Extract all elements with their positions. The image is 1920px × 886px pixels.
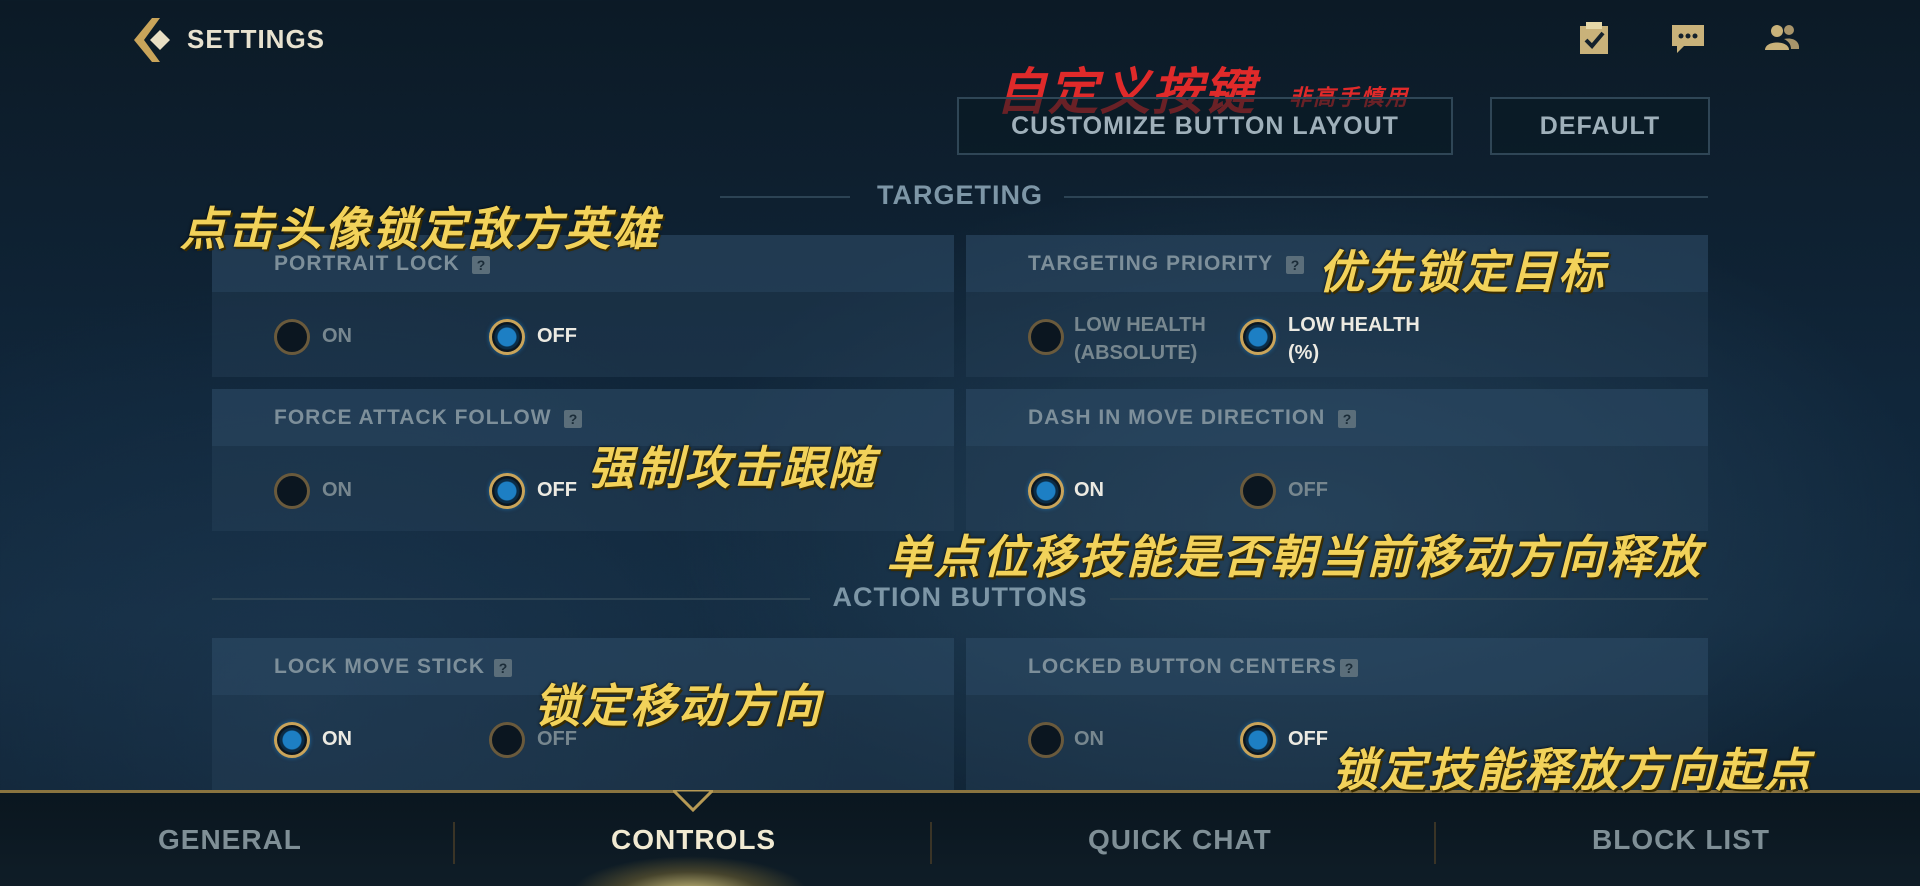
- lock-move-off-radio[interactable]: [489, 722, 525, 758]
- dash-move-direction-panel: DASH IN MOVE DIRECTION ? ON OFF: [966, 389, 1708, 531]
- tab-block-list[interactable]: BLOCK LIST: [1592, 824, 1770, 856]
- section-divider-right: [1064, 196, 1708, 198]
- radio-label: LOW HEALTH (ABSOLUTE): [1074, 314, 1206, 364]
- checklist-icon[interactable]: [1576, 20, 1612, 56]
- dash-off-radio[interactable]: [1240, 473, 1276, 509]
- annotation-lockmove: 锁定移动方向: [534, 680, 822, 732]
- option-label: TARGETING PRIORITY: [1028, 252, 1274, 275]
- locked-centers-on-radio[interactable]: [1028, 722, 1064, 758]
- radio-label: OFF: [537, 325, 577, 347]
- page-title: SETTINGS: [187, 24, 326, 54]
- section-title-targeting: TARGETING: [877, 180, 1043, 210]
- help-icon[interactable]: ?: [494, 659, 512, 677]
- portrait-lock-on-radio[interactable]: [274, 319, 310, 355]
- portrait-lock-off-radio[interactable]: [489, 319, 525, 355]
- option-label: FORCE ATTACK FOLLOW: [274, 406, 552, 429]
- force-attack-on-radio[interactable]: [274, 473, 310, 509]
- help-icon[interactable]: ?: [1338, 410, 1356, 428]
- section-divider-left: [212, 598, 810, 600]
- annotation-force: 强制攻击跟随: [588, 442, 876, 494]
- help-icon[interactable]: ?: [1340, 659, 1358, 677]
- section-divider-left: [720, 196, 850, 198]
- annotation-lockcenter: 锁定技能释放方向起点: [1332, 744, 1812, 796]
- radio-label: ON: [1074, 728, 1104, 750]
- annotation-dash: 单点位移技能是否朝当前移动方向释放: [886, 531, 1702, 583]
- annotation-priority: 优先锁定目标: [1318, 246, 1606, 298]
- radio-label: ON: [322, 325, 352, 347]
- radio-label: ON: [322, 479, 352, 501]
- force-attack-off-radio[interactable]: [489, 473, 525, 509]
- default-button[interactable]: DEFAULT: [1490, 97, 1710, 155]
- lock-move-on-radio[interactable]: [274, 722, 310, 758]
- friends-icon[interactable]: [1764, 20, 1800, 56]
- back-arrow-icon[interactable]: [130, 16, 174, 64]
- active-tab-caret-icon: [673, 790, 713, 812]
- help-icon[interactable]: ?: [564, 410, 582, 428]
- option-label: DASH IN MOVE DIRECTION: [1028, 406, 1326, 429]
- chat-icon[interactable]: [1670, 20, 1706, 56]
- help-icon[interactable]: ?: [1286, 256, 1304, 274]
- radio-label: OFF: [1288, 479, 1328, 501]
- annotation-portrait: 点击头像锁定敌方英雄: [180, 203, 660, 255]
- tab-controls[interactable]: CONTROLS: [611, 824, 776, 856]
- tab-quick-chat[interactable]: QUICK CHAT: [1088, 824, 1272, 856]
- tab-separator: [453, 822, 455, 864]
- radio-label: OFF: [537, 479, 577, 501]
- radio-label: OFF: [1288, 728, 1328, 750]
- low-health-percent-radio[interactable]: [1240, 319, 1276, 355]
- tab-general[interactable]: GENERAL: [158, 824, 302, 856]
- radio-label: LOW HEALTH (%): [1288, 314, 1420, 364]
- radio-label: ON: [322, 728, 352, 750]
- customize-layout-button[interactable]: CUSTOMIZE BUTTON LAYOUT: [957, 97, 1453, 155]
- tab-separator: [930, 822, 932, 864]
- locked-centers-off-radio[interactable]: [1240, 722, 1276, 758]
- option-label: LOCKED BUTTON CENTERS: [1028, 655, 1337, 678]
- dash-on-radio[interactable]: [1028, 473, 1064, 509]
- section-divider-right: [1110, 598, 1708, 600]
- low-health-absolute-radio[interactable]: [1028, 319, 1064, 355]
- radio-label: ON: [1074, 479, 1104, 501]
- tab-separator: [1434, 822, 1436, 864]
- option-label: LOCK MOVE STICK: [274, 655, 486, 678]
